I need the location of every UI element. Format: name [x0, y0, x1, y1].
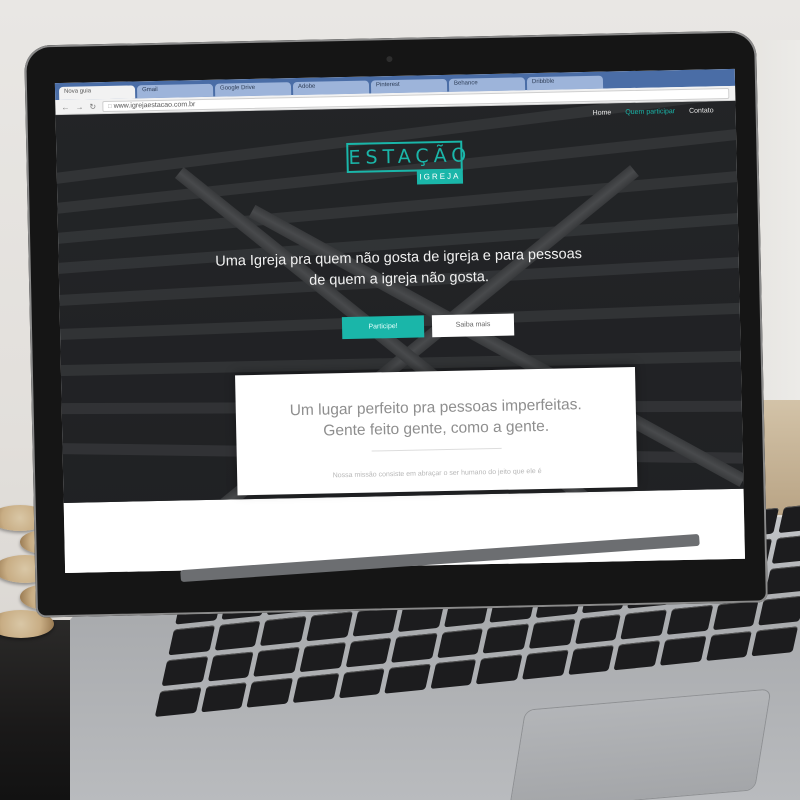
- site-logo[interactable]: ESTAÇÃO IGREJA: [346, 140, 471, 189]
- mission-title: Um lugar perfeito pra pessoas imperfeita…: [236, 393, 637, 443]
- keyboard-key: [214, 620, 261, 651]
- keyboard-key: [253, 646, 300, 677]
- keyboard-key: [437, 628, 484, 659]
- keyboard-key: [476, 654, 523, 685]
- keyboard-key: [528, 618, 576, 649]
- keyboard-key: [482, 623, 530, 654]
- logo-sub-text: IGREJA: [416, 168, 464, 185]
- browser-tab[interactable]: Adobe: [292, 80, 370, 96]
- url-text: www.igrejaestacao.com.br: [113, 100, 196, 110]
- keyboard-key: [712, 600, 759, 631]
- keyboard-key: [771, 533, 800, 564]
- arrow-left-icon[interactable]: ←: [61, 102, 69, 111]
- browser-tab[interactable]: Behance: [448, 77, 526, 92]
- keyboard-key: [659, 635, 707, 666]
- keyboard-key: [246, 677, 294, 708]
- arrow-right-icon[interactable]: →: [75, 102, 83, 111]
- keyboard-key: [161, 656, 209, 687]
- laptop-screen: Nova guia Gmail Google Drive Adobe Pinte…: [54, 68, 745, 573]
- browser-tab[interactable]: Gmail: [136, 83, 214, 99]
- keyboard-key: [620, 609, 668, 640]
- keyboard-key: [299, 642, 346, 673]
- keyboard-key: [705, 630, 753, 661]
- keyboard-key: [391, 632, 438, 663]
- mission-card: Um lugar perfeito pra pessoas imperfeita…: [235, 367, 638, 496]
- keyboard-key: [430, 658, 477, 689]
- keyboard-key: [200, 682, 248, 713]
- keyboard-key: [751, 626, 799, 657]
- keyboard-key: [260, 615, 307, 647]
- keyboard-key: [758, 595, 800, 626]
- keyboard-key: [384, 663, 431, 694]
- browser-tab[interactable]: Pinterest: [370, 78, 448, 94]
- keyboard-key: [778, 503, 800, 534]
- keyboard-key: [613, 640, 661, 671]
- keyboard-key: [292, 672, 339, 703]
- camera-icon: [386, 56, 393, 63]
- keyboard-key: [567, 644, 615, 675]
- browser-tab[interactable]: Dribbble: [526, 75, 604, 91]
- participate-button[interactable]: Participe!: [341, 315, 425, 340]
- keyboard-key: [522, 649, 569, 680]
- keyboard-key: [351, 606, 399, 637]
- keyboard-key: [574, 614, 622, 645]
- keyboard-key: [765, 564, 800, 595]
- page-icon: □: [108, 103, 112, 110]
- keyboard-key: [207, 651, 254, 682]
- browser-tab[interactable]: Google Drive: [214, 82, 292, 97]
- card-divider: [371, 447, 502, 452]
- reload-icon[interactable]: ↻: [89, 102, 96, 111]
- keyboard-key: [338, 668, 385, 699]
- laptop-lid: Nova guia Gmail Google Drive Adobe Pinte…: [24, 30, 768, 618]
- mission-text: Nossa missão consiste em abraçar o ser h…: [332, 467, 542, 480]
- keyboard-key: [154, 686, 202, 717]
- keyboard-key: [666, 604, 714, 635]
- keyboard-key: [168, 625, 215, 656]
- nav-home-link[interactable]: Home: [593, 109, 612, 116]
- learn-more-button[interactable]: Saiba mais: [431, 313, 515, 338]
- browser-tab[interactable]: Nova guia: [58, 85, 136, 101]
- keyboard-key: [345, 637, 392, 668]
- nav-contact-link[interactable]: Contato: [689, 107, 714, 115]
- keyboard-key: [306, 611, 353, 642]
- nav-about-link[interactable]: Quem participar: [625, 108, 675, 116]
